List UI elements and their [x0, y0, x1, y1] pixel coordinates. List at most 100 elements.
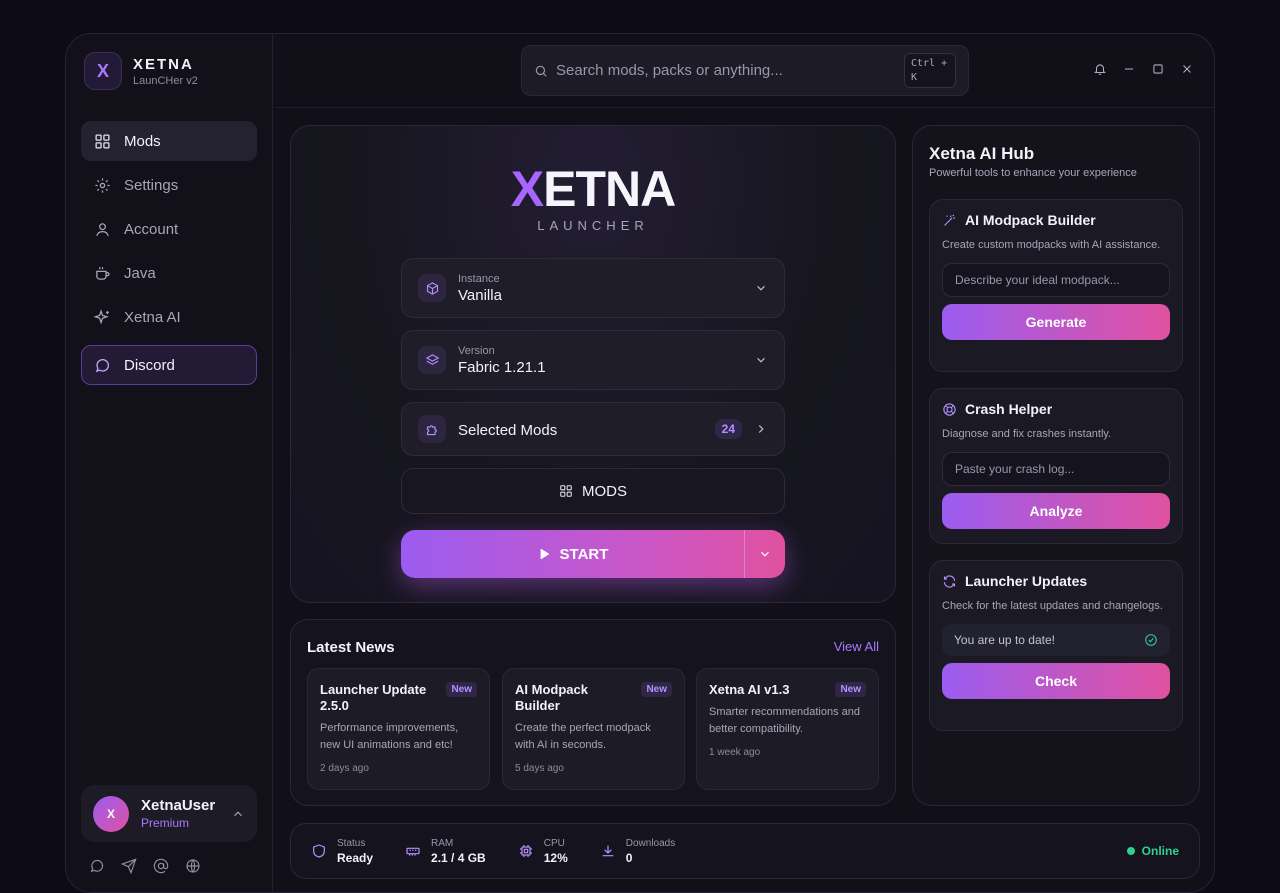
selected-mods-label: Selected Mods — [458, 421, 558, 439]
keyboard-shortcut: Ctrl + K — [904, 53, 956, 88]
start-button-label: START — [559, 545, 609, 563]
stat-value: 0 — [625, 850, 633, 865]
online-label: Online — [1141, 844, 1179, 858]
sidebar-item-java[interactable]: Java — [81, 253, 257, 293]
logo-rest: ETNA — [543, 161, 676, 217]
stat-value: Ready — [337, 850, 374, 865]
sidebar-item-discord[interactable]: Discord — [81, 345, 257, 385]
start-control: START — [401, 530, 785, 578]
top-bar: Ctrl + K — [274, 34, 1214, 108]
version-label: Version — [458, 344, 495, 357]
chevron-down-icon — [761, 551, 769, 557]
sidebar-item-label: Settings — [124, 176, 179, 194]
selected-mods-row[interactable]: Selected Mods 24 — [401, 402, 785, 456]
sidebar-item-label: Java — [124, 264, 156, 282]
close-icon[interactable] — [1180, 62, 1194, 76]
minimize-icon[interactable] — [1122, 62, 1136, 76]
sidebar-item-settings[interactable]: Settings — [81, 165, 257, 205]
globe-icon[interactable] — [185, 858, 201, 874]
search-bar[interactable]: Ctrl + K — [521, 45, 969, 96]
news-card-time: 2 days ago — [320, 763, 369, 774]
start-options-button[interactable] — [745, 530, 785, 578]
chevron-up-icon[interactable] — [231, 807, 245, 821]
brand-name: XETNA — [133, 55, 194, 73]
search-input[interactable] — [556, 62, 886, 79]
launcher-updates-card: Launcher Updates Check for the latest up… — [929, 560, 1183, 731]
check-circle-icon — [1145, 634, 1157, 646]
window-controls — [1093, 62, 1194, 76]
sidebar-item-label: Xetna AI — [124, 308, 181, 326]
new-badge: New — [641, 682, 672, 697]
launcher-updates-desc: Check for the latest updates and changel… — [942, 600, 1163, 612]
user-icon — [96, 222, 109, 236]
hub-subtitle: Powerful tools to enhance your experienc… — [929, 167, 1137, 179]
stat-ram: RAM 2.1 / 4 GB — [405, 838, 486, 865]
instance-label: Instance — [458, 272, 500, 285]
gear-icon — [95, 177, 110, 193]
version-value: Fabric 1.21.1 — [458, 358, 546, 376]
view-all-link[interactable]: View All — [834, 639, 879, 654]
modpack-builder-card: AI Modpack Builder Create custom modpack… — [929, 199, 1183, 372]
modpack-description-input[interactable] — [942, 263, 1170, 297]
sidebar-item-label: Account — [124, 220, 179, 238]
grid-icon — [95, 133, 110, 149]
news-card-desc: Create the perfect modpack with AI in se… — [515, 722, 651, 751]
modpack-builder-title: AI Modpack Builder — [965, 212, 1096, 228]
stat-label: Status — [337, 837, 366, 849]
update-status: You are up to date! — [942, 624, 1170, 656]
sidebar-item-label: Discord — [124, 356, 175, 374]
stat-status: Status Ready — [311, 838, 373, 865]
search-icon — [535, 65, 547, 77]
stat-value: 2.1 / 4 GB — [431, 850, 486, 865]
launcher-logo: XETNA — [291, 160, 895, 218]
start-button[interactable]: START — [401, 530, 745, 578]
hub-title: Xetna AI Hub — [929, 144, 1035, 163]
news-card-desc: Performance improvements, new UI animati… — [320, 722, 459, 751]
news-card[interactable]: AI Modpack Builder New Create the perfec… — [502, 668, 685, 790]
user-card[interactable]: X XetnaUser Premium — [81, 785, 257, 842]
status-bar: Status Ready RAM 2.1 / 4 GB CPU 12% Downloa… — [290, 823, 1200, 879]
sidebar-item-mods[interactable]: Mods — [81, 121, 257, 161]
news-card[interactable]: Xetna AI v1.3 New Smarter recommendation… — [696, 668, 879, 790]
analyze-button[interactable]: Analyze — [942, 493, 1170, 529]
launcher-window: X XETNA LaunCHer v2 Mods Settings Accoun… — [65, 33, 1215, 893]
memory-icon — [406, 847, 420, 856]
maximize-icon[interactable] — [1151, 62, 1165, 76]
sparkles-icon — [94, 308, 109, 324]
instance-select[interactable]: Instance Vanilla — [401, 258, 785, 318]
stat-label: CPU — [543, 837, 565, 849]
check-updates-button[interactable]: Check — [942, 663, 1170, 699]
at-icon[interactable] — [153, 858, 169, 874]
new-badge: New — [835, 682, 866, 697]
stat-cpu: CPU 12% — [518, 838, 568, 865]
cube-icon — [426, 281, 438, 295]
modpack-builder-desc: Create custom modpacks with AI assistanc… — [942, 239, 1161, 251]
crash-helper-title: Crash Helper — [965, 401, 1053, 417]
news-card[interactable]: Launcher Update 2.5.0 New Performance im… — [307, 668, 490, 790]
crash-log-input[interactable] — [942, 452, 1170, 486]
send-icon[interactable] — [121, 858, 137, 874]
latest-news: Latest News View All Launcher Update 2.5… — [290, 619, 896, 806]
sidebar: X XETNA LaunCHer v2 Mods Settings Accoun… — [66, 34, 273, 892]
news-card-time: 1 week ago — [709, 747, 761, 758]
crash-helper-desc: Diagnose and fix crashes instantly. — [942, 428, 1112, 440]
generate-button[interactable]: Generate — [942, 304, 1170, 340]
news-card-desc: Smarter recommendations and better compa… — [709, 706, 861, 735]
version-select[interactable]: Version Fabric 1.21.1 — [401, 330, 785, 390]
grid-icon — [560, 485, 572, 497]
bell-icon[interactable] — [1093, 62, 1107, 76]
chevron-down-icon — [757, 285, 765, 291]
sidebar-item-xetna-ai[interactable]: Xetna AI — [81, 297, 257, 337]
sidebar-item-account[interactable]: Account — [81, 209, 257, 249]
refresh-icon — [943, 574, 956, 588]
download-icon — [602, 845, 614, 857]
chat-bubble-icon[interactable] — [89, 858, 105, 874]
crash-helper-card: Crash Helper Diagnose and fix crashes in… — [929, 388, 1183, 544]
instance-value: Vanilla — [458, 286, 502, 304]
shield-icon — [313, 844, 325, 858]
stat-downloads: Downloads 0 — [600, 838, 675, 865]
mods-button-label: MODS — [582, 482, 627, 500]
ai-hub-panel: Xetna AI Hub Powerful tools to enhance y… — [912, 125, 1200, 806]
mods-button[interactable]: MODS — [401, 468, 785, 514]
launch-panel: XETNA LAUNCHER Instance Vanilla Version … — [290, 125, 896, 603]
